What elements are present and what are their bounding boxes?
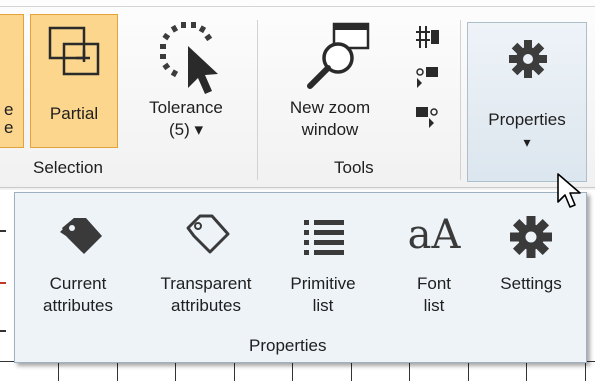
ruler-tick: [351, 361, 352, 381]
transparent-attributes-label-1: Transparent: [160, 274, 252, 293]
grid-tool-icon[interactable]: [414, 24, 440, 50]
tag-outline-icon: [186, 214, 230, 254]
move-left-tool-icon[interactable]: [414, 104, 440, 130]
edge-label-2: e: [4, 118, 14, 137]
ruler-tick: [234, 361, 235, 381]
partial-select-icon: [48, 26, 100, 76]
canvas-mark: [0, 230, 6, 232]
ruler-tick: [58, 361, 59, 381]
edge-label-1: e: [4, 100, 14, 119]
gear-icon: [509, 40, 547, 78]
primitive-list-label-1: Primitive: [290, 274, 356, 293]
settings-label: Settings: [500, 274, 562, 293]
mouse-cursor-icon: [557, 173, 581, 208]
ruler-tick: [468, 361, 469, 381]
primitive-list-label-2: list: [312, 296, 334, 315]
selection-group-label: Selection: [33, 158, 103, 177]
tools-group-label: Tools: [334, 158, 374, 177]
ruler-tick: [526, 361, 527, 381]
group-separator-2: [460, 20, 461, 180]
tolerance-value-dropdown[interactable]: (5) ▾: [120, 120, 252, 140]
font-aa-icon: aA: [407, 212, 461, 258]
ruler-tick: [409, 361, 410, 381]
new-zoom-label-2: window: [301, 120, 359, 139]
canvas-mark: [0, 330, 6, 332]
group-separator: [257, 20, 258, 180]
ribbon-bottom-border: [0, 187, 595, 188]
canvas-mark-red: [0, 282, 6, 284]
tolerance-icon: [160, 22, 218, 94]
settings-gear-icon: [510, 216, 552, 258]
tag-filled-icon: [60, 218, 102, 254]
new-zoom-window-icon: [307, 22, 370, 89]
transparent-attributes-label-2: attributes: [171, 296, 241, 315]
font-list-label-1: Font: [416, 274, 452, 293]
current-attributes-label-1: Current: [49, 274, 107, 293]
tolerance-label: Tolerance: [149, 98, 223, 117]
move-right-tool-icon[interactable]: [414, 64, 440, 90]
ruler-tick: [175, 361, 176, 381]
new-zoom-label-1: New zoom: [289, 98, 371, 117]
properties-dropdown-arrow[interactable]: ▾: [467, 132, 587, 152]
list-icon: [304, 220, 344, 255]
ribbon-top-border: [0, 6, 595, 7]
properties-group-label: Properties: [249, 336, 327, 355]
current-attributes-label-2: attributes: [43, 296, 113, 315]
ruler-tick: [585, 361, 586, 381]
font-list-label-2: list: [423, 296, 445, 315]
ruler-tick: [117, 361, 118, 381]
partial-button-label: Partial: [49, 104, 99, 123]
ruler-tick: [292, 361, 293, 381]
properties-button-label: Properties: [488, 110, 566, 129]
